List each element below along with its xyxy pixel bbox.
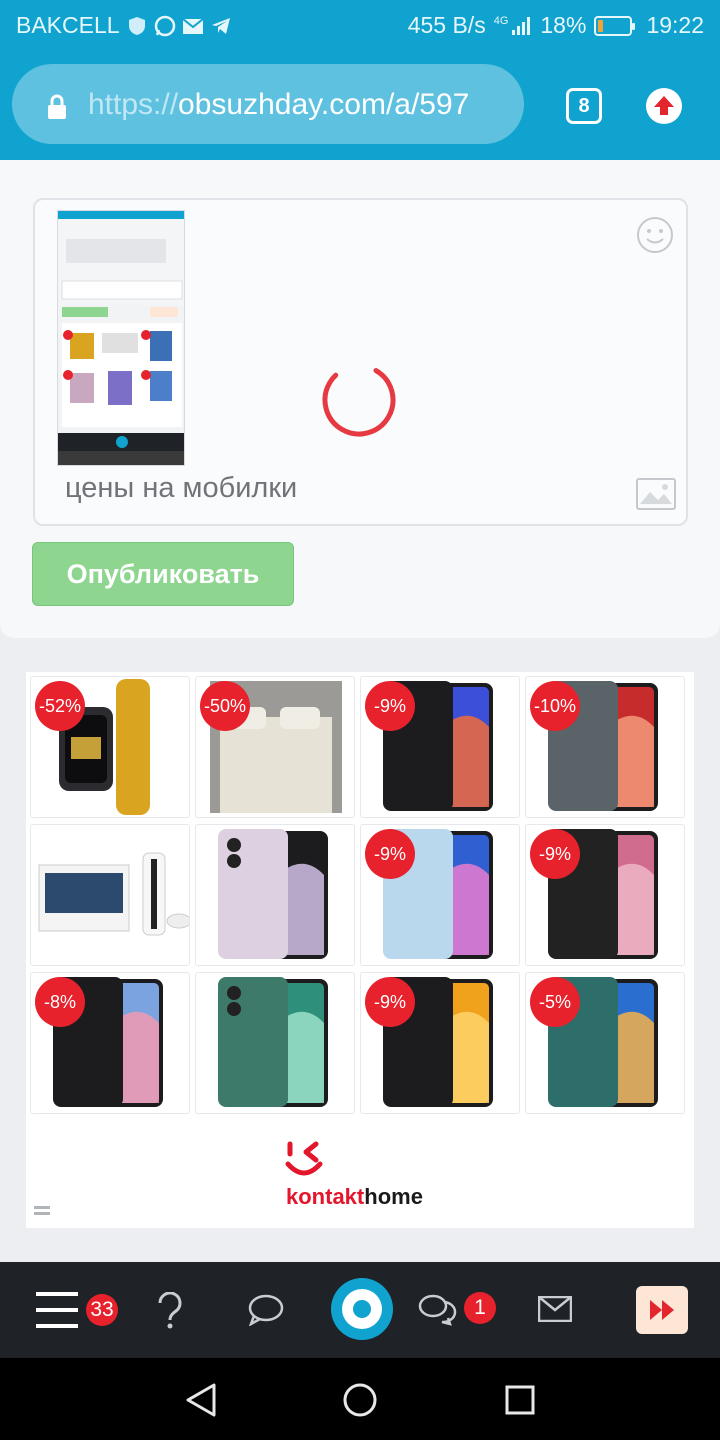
net-speed: 455 B/s <box>407 12 486 38</box>
kontakt-home-logo[interactable]: kontakthome <box>26 1120 694 1228</box>
product-grid: -52% -50% -9% -10% -9% -9% -8% -9% -5% <box>30 676 692 1116</box>
product-tile[interactable]: -5% <box>525 972 685 1114</box>
lock-icon <box>48 94 66 119</box>
publish-button[interactable]: Опубликовать <box>32 542 294 606</box>
comment-form: цены на мобилки Опубликовать <box>0 160 720 638</box>
brand-kontakt: kontakt <box>286 1184 365 1209</box>
discount-badge: -9% <box>365 977 415 1027</box>
product-tile[interactable]: -8% <box>30 972 190 1114</box>
product-tile[interactable] <box>195 972 355 1114</box>
discussions-icon[interactable] <box>418 1294 458 1326</box>
recents-icon[interactable] <box>504 1384 536 1416</box>
battery-percent: 18% <box>540 12 587 38</box>
product-tile[interactable]: -9% <box>360 972 520 1114</box>
product-tile[interactable] <box>30 824 190 966</box>
product-tile[interactable]: -52% <box>30 676 190 818</box>
comment-icon[interactable] <box>248 1294 284 1326</box>
browser-toolbar: https://obsuzhday.com/a/597 8 <box>0 50 720 160</box>
home-logo-button[interactable] <box>331 1278 393 1340</box>
battery-level <box>598 19 604 32</box>
screenshot-preview <box>58 211 184 465</box>
brand-home: home <box>364 1184 423 1209</box>
discount-badge: -8% <box>35 977 85 1027</box>
ad-banner[interactable]: -52% -50% -9% -10% -9% -9% -8% -9% -5% k… <box>26 672 694 1228</box>
product-tile[interactable]: -9% <box>360 676 520 818</box>
comment-text: цены на мобилки <box>65 472 298 504</box>
discount-badge: -9% <box>530 829 580 879</box>
whatsapp-icon <box>154 15 175 36</box>
address-bar[interactable]: https://obsuzhday.com/a/597 <box>12 64 524 144</box>
discount-badge: -50% <box>200 681 250 731</box>
arrow-up-icon <box>654 96 674 115</box>
product-image <box>218 977 328 1107</box>
carrier-name: BAKCELL <box>16 12 120 38</box>
loading-spinner-icon <box>322 363 396 437</box>
battery-icon <box>594 15 636 36</box>
mail-icon <box>181 17 204 34</box>
tabs-button[interactable]: 8 <box>566 88 602 124</box>
home-icon[interactable] <box>342 1382 378 1418</box>
product-image <box>218 829 328 959</box>
site-toolbar: 33 1 <box>0 1262 720 1358</box>
telegram-icon <box>211 17 230 34</box>
url-text: https://obsuzhday.com/a/597 <box>88 88 469 122</box>
fast-forward-icon <box>650 1300 674 1320</box>
attached-image-thumbnail[interactable] <box>57 210 185 466</box>
system-nav-bar <box>0 1358 720 1440</box>
logo-dot <box>353 1300 371 1318</box>
product-tile[interactable]: -9% <box>360 824 520 966</box>
clock: 19:22 <box>646 12 704 38</box>
menu-count-badge: 33 <box>86 1294 118 1326</box>
discount-badge: -52% <box>35 681 85 731</box>
comment-editor[interactable]: цены на мобилки <box>33 198 688 526</box>
shield-icon <box>128 16 145 35</box>
messages-count-badge: 1 <box>464 1292 496 1324</box>
discount-badge: -9% <box>365 681 415 731</box>
signal-icon <box>512 16 531 35</box>
product-tile[interactable]: -9% <box>525 824 685 966</box>
discount-badge: -5% <box>530 977 580 1027</box>
discount-badge: -10% <box>530 681 580 731</box>
kontakt-wordmark: kontakthome <box>286 1184 423 1210</box>
kontakt-logo-icon <box>285 1141 323 1176</box>
help-icon[interactable] <box>156 1292 184 1330</box>
back-icon[interactable] <box>184 1382 218 1418</box>
product-tile[interactable]: -10% <box>525 676 685 818</box>
mail-icon[interactable] <box>538 1296 572 1322</box>
status-bar: BAKCELL 455 B/s 4G 18% 19:22 <box>0 0 720 50</box>
fast-forward-button[interactable] <box>636 1286 688 1334</box>
url-host: obsuzhday.com/a/597 <box>178 88 470 121</box>
product-tile[interactable] <box>195 824 355 966</box>
menu-icon[interactable] <box>36 1292 78 1328</box>
network-type: 4G <box>493 14 509 27</box>
url-protocol: https:// <box>88 88 179 121</box>
image-upload-icon[interactable] <box>636 478 676 510</box>
ad-menu-icon[interactable] <box>34 1206 50 1216</box>
product-image <box>38 852 189 936</box>
product-tile[interactable]: -50% <box>195 676 355 818</box>
emoji-icon[interactable] <box>636 216 674 254</box>
upload-button[interactable] <box>646 88 682 124</box>
discount-badge: -9% <box>365 829 415 879</box>
